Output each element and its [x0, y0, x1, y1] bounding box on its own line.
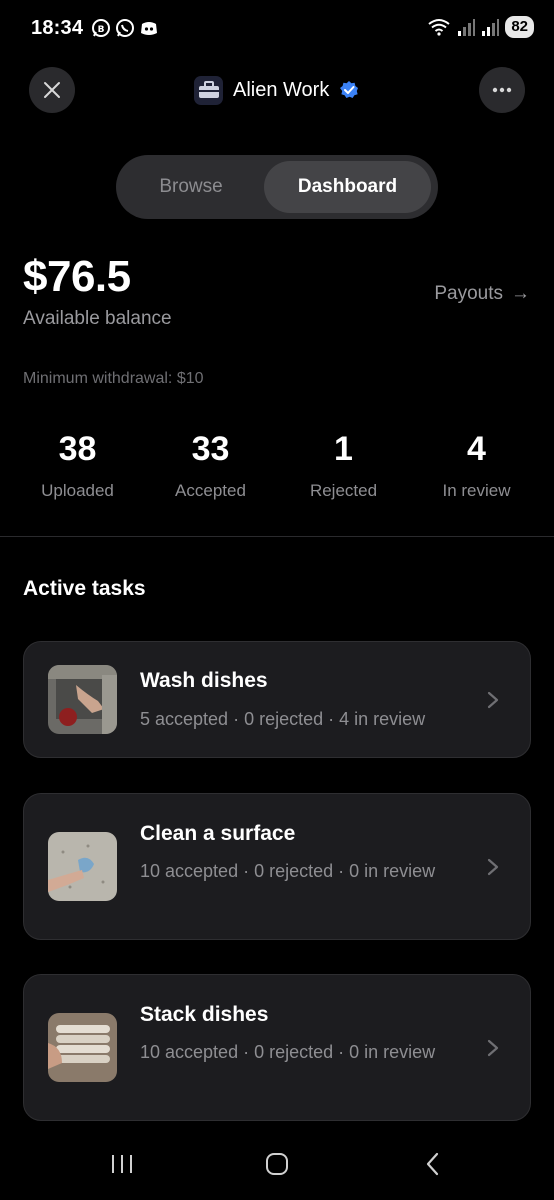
task-card-stack-dishes[interactable]: Stack dishes 10 accepted · 0 rejected · … — [23, 974, 531, 1121]
battery-indicator: 82 — [505, 16, 534, 38]
clean-surface-image — [48, 832, 117, 901]
divider — [0, 536, 554, 537]
task-progress: 5 accepted · 0 rejected · 4 in review — [140, 709, 426, 729]
stat-value: 38 — [58, 430, 97, 468]
tab-browse[interactable]: Browse — [122, 161, 260, 213]
arrow-right-icon: → — [511, 283, 530, 304]
signal-icon — [482, 19, 500, 36]
system-navigation-bar — [0, 1140, 554, 1200]
task-thumbnail — [48, 832, 117, 901]
balance-amount: $76.5 — [23, 252, 131, 301]
balance-label: Available balance — [23, 308, 172, 329]
close-button[interactable] — [29, 67, 75, 113]
close-icon — [44, 82, 60, 98]
chevron-right-icon — [487, 858, 499, 876]
whatsapp-business-icon: B — [92, 19, 110, 37]
payouts-label: Payouts — [434, 283, 503, 304]
home-icon[interactable] — [265, 1152, 289, 1176]
recent-apps-icon[interactable] — [110, 1152, 134, 1176]
stat-uploaded: 38 Uploaded — [11, 428, 144, 501]
task-title: Stack dishes — [140, 1003, 269, 1026]
back-icon[interactable] — [424, 1152, 442, 1176]
verified-badge-icon — [340, 81, 359, 98]
more-horizontal-icon — [492, 87, 512, 93]
status-bar: 18:34 B 82 — [0, 0, 554, 58]
task-progress: 10 accepted · 0 rejected · 0 in review — [140, 861, 436, 881]
tab-dashboard[interactable]: Dashboard — [264, 161, 431, 213]
stat-in-review: 4 In review — [410, 428, 543, 501]
signal-icon — [458, 19, 476, 36]
stat-label: Accepted — [175, 481, 246, 500]
stat-rejected: 1 Rejected — [277, 428, 410, 501]
task-progress: 10 accepted · 0 rejected · 0 in review — [140, 1042, 436, 1062]
app-logo — [194, 75, 223, 105]
svg-text:B: B — [98, 25, 105, 35]
toolbox-icon — [198, 81, 219, 98]
wash-dishes-image — [48, 665, 117, 734]
app-title: Alien Work — [233, 78, 330, 101]
task-title: Clean a surface — [140, 822, 296, 845]
discord-icon — [141, 22, 157, 35]
stat-accepted: 33 Accepted — [144, 428, 277, 501]
task-card-clean-surface[interactable]: Clean a surface 10 accepted · 0 rejected… — [23, 793, 531, 940]
stat-label: Uploaded — [41, 481, 114, 500]
task-card-wash-dishes[interactable]: Wash dishes 5 accepted · 0 rejected · 4 … — [23, 641, 531, 758]
chevron-right-icon — [487, 1039, 499, 1057]
app-header: Alien Work — [194, 74, 359, 106]
status-time: 18:34 — [31, 17, 84, 39]
task-title: Wash dishes — [140, 669, 268, 692]
view-tabs: Browse Dashboard — [116, 155, 438, 219]
wifi-icon — [428, 19, 450, 36]
minimum-withdrawal-note: Minimum withdrawal: $10 — [23, 370, 204, 387]
stat-value: 1 — [334, 430, 353, 468]
active-tasks-heading: Active tasks — [23, 577, 146, 600]
stat-value: 4 — [467, 430, 486, 468]
stack-dishes-image — [48, 1013, 117, 1082]
stat-label: Rejected — [309, 481, 378, 500]
more-options-button[interactable] — [479, 67, 525, 113]
stat-label: In review — [442, 481, 511, 500]
task-thumbnail — [48, 665, 117, 734]
chevron-right-icon — [487, 691, 499, 709]
task-thumbnail — [48, 1013, 117, 1082]
stat-value: 33 — [191, 430, 230, 468]
payouts-link[interactable]: Payouts → — [434, 283, 530, 305]
whatsapp-icon — [116, 19, 134, 37]
